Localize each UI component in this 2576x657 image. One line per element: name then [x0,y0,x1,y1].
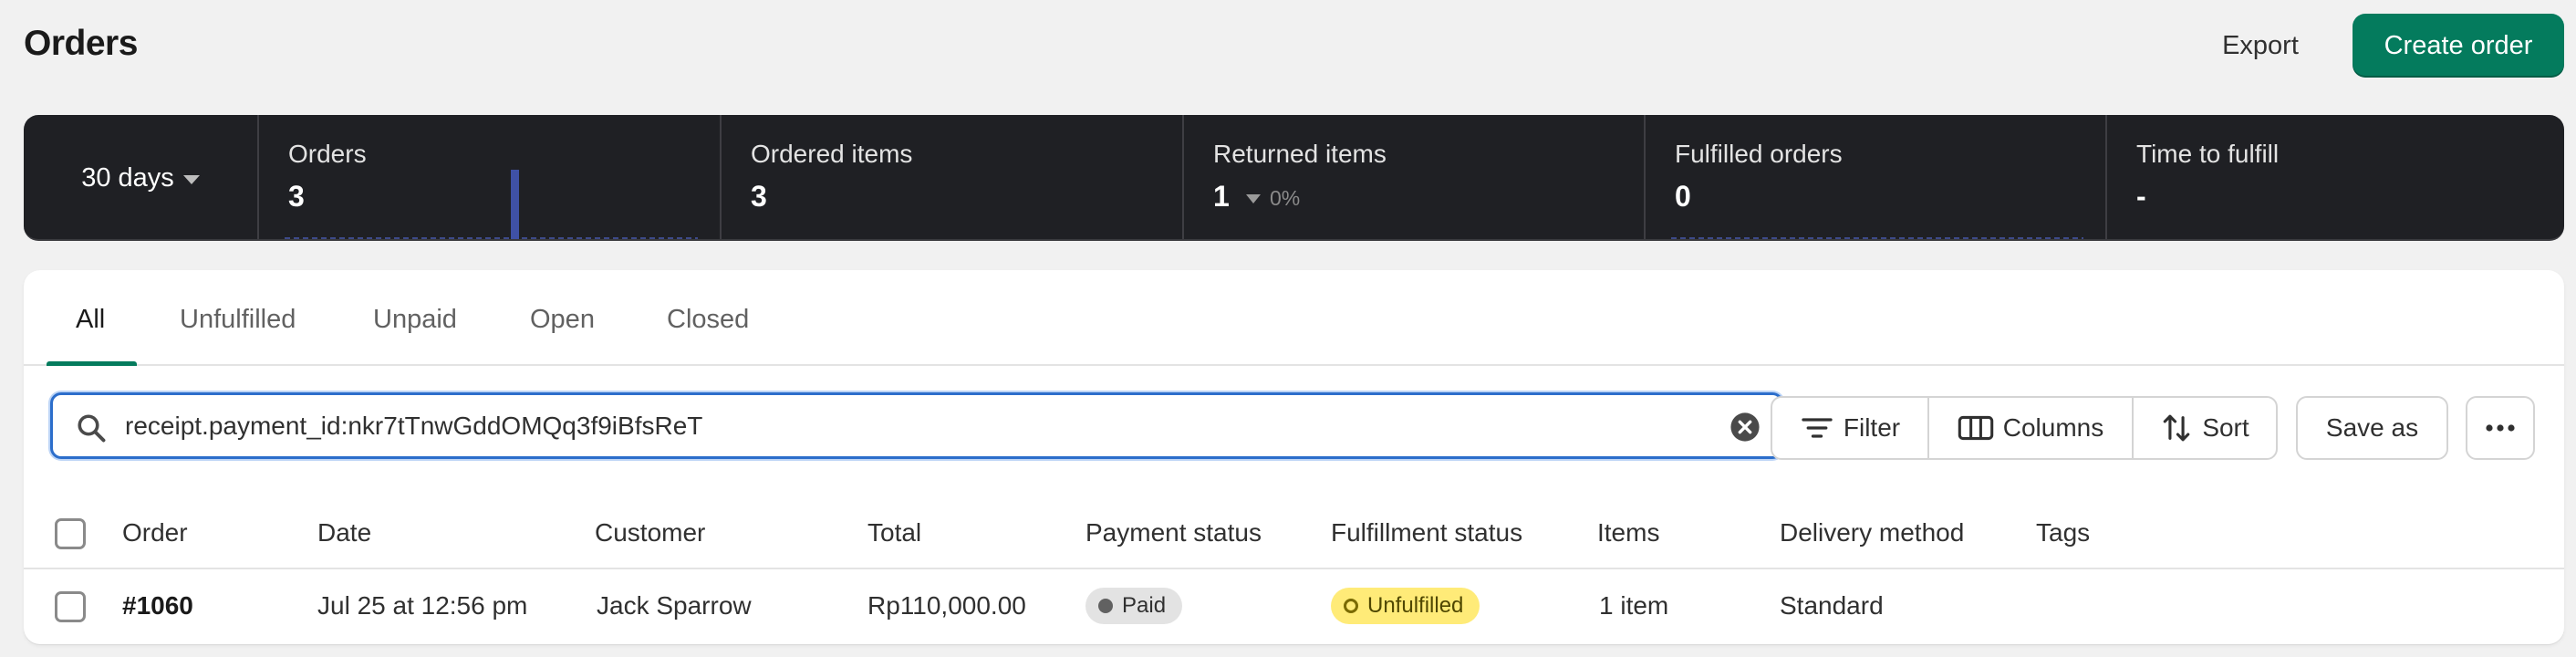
search-input[interactable] [125,404,1676,448]
filter-label: Filter [1843,413,1901,442]
delivery-method: Standard [1780,591,1884,620]
metric-fulfilled-orders[interactable]: Fulfilled orders 0 [1644,115,2105,239]
fulfillment-status-badge: Unfulfilled [1331,588,1480,624]
more-actions-button[interactable] [2466,396,2535,460]
table-header: Order Date Customer Total Payment status… [24,498,2564,569]
columns-label: Columns [2002,413,2104,442]
sparkline [1671,237,2083,239]
create-order-button[interactable]: Create order [2353,14,2564,78]
order-number[interactable]: #1060 [122,591,193,620]
table-row[interactable]: #1060 Jul 25 at 12:56 pm Jack Sparrow Rp… [24,571,2564,644]
status-ring-icon [1344,599,1358,613]
sort-icon [2164,414,2190,442]
metric-value: 3 [288,180,305,213]
select-all-checkbox[interactable] [55,518,86,549]
column-header-fulfillment-status[interactable]: Fulfillment status [1331,518,1522,548]
metric-returned-items[interactable]: Returned items 1 0% [1182,115,1644,239]
order-total: Rp110,000.00 [867,591,1026,620]
column-header-payment-status[interactable]: Payment status [1085,518,1262,548]
tab-unfulfilled[interactable]: Unfulfilled [180,305,296,335]
more-icon [2486,424,2515,432]
tab-closed[interactable]: Closed [667,305,749,335]
fulfillment-status-label: Unfulfilled [1367,593,1464,618]
tab-bar: All Unfulfilled Unpaid Open Closed [24,270,2564,366]
metric-orders[interactable]: Orders 3 [257,115,720,239]
metric-ordered-items[interactable]: Ordered items 3 [720,115,1182,239]
metric-value: 1 [1213,180,1230,213]
metric-label: Ordered items [751,140,913,168]
column-header-total[interactable]: Total [867,518,921,548]
column-header-date[interactable]: Date [317,518,371,548]
metric-time-to-fulfill[interactable]: Time to fulfill - [2105,115,2564,239]
view-controls: Filter Columns Sort [1771,396,2278,460]
save-as-button[interactable]: Save as [2296,396,2448,460]
search-field[interactable] [50,392,1783,459]
sparkline [285,237,698,239]
sparkline-spike [511,170,519,239]
page-title: Orders [24,24,138,63]
sort-button[interactable]: Sort [2134,398,2276,458]
column-header-order[interactable]: Order [122,518,188,548]
order-items: 1 item [1599,591,1669,620]
column-header-items[interactable]: Items [1597,518,1659,548]
export-button[interactable]: Export [2195,15,2326,77]
metric-label: Returned items [1213,140,1387,168]
column-header-tags[interactable]: Tags [2036,518,2090,548]
column-header-delivery-method[interactable]: Delivery method [1780,518,1964,548]
metric-change: 0% [1246,186,1300,211]
columns-icon [1958,415,1993,441]
search-icon [78,414,106,443]
row-checkbox[interactable] [55,591,86,622]
period-label: 30 days [81,162,174,193]
metric-value: 0 [1675,180,1691,213]
order-date: Jul 25 at 12:56 pm [317,591,528,620]
payment-status-label: Paid [1122,593,1167,618]
metrics-bar: 30 days Orders 3 Ordered items 3 Returne… [24,115,2564,241]
metric-value: 3 [751,180,767,213]
clear-icon[interactable] [1729,412,1761,443]
sort-label: Sort [2202,413,2249,442]
tab-unpaid[interactable]: Unpaid [373,305,457,335]
metric-change-value: 0% [1270,186,1301,210]
orders-card: All Unfulfilled Unpaid Open Closed Filte… [24,270,2564,644]
filter-button[interactable]: Filter [1772,398,1929,458]
metric-value: - [2136,180,2146,213]
columns-button[interactable]: Columns [1929,398,2134,458]
payment-status-badge: Paid [1085,588,1183,624]
metric-label: Orders [288,140,367,168]
caret-down-icon [1246,193,1261,203]
status-dot-icon [1098,599,1113,613]
metric-label: Time to fulfill [2136,140,2280,168]
period-selector[interactable]: 30 days [24,115,257,239]
active-tab-indicator [47,361,137,366]
column-header-customer[interactable]: Customer [595,518,705,548]
tab-open[interactable]: Open [530,305,595,335]
customer-name: Jack Sparrow [597,591,752,620]
chevron-down-icon [182,174,200,184]
tab-all[interactable]: All [76,305,105,335]
metric-label: Fulfilled orders [1675,140,1843,168]
filter-icon [1802,418,1833,438]
